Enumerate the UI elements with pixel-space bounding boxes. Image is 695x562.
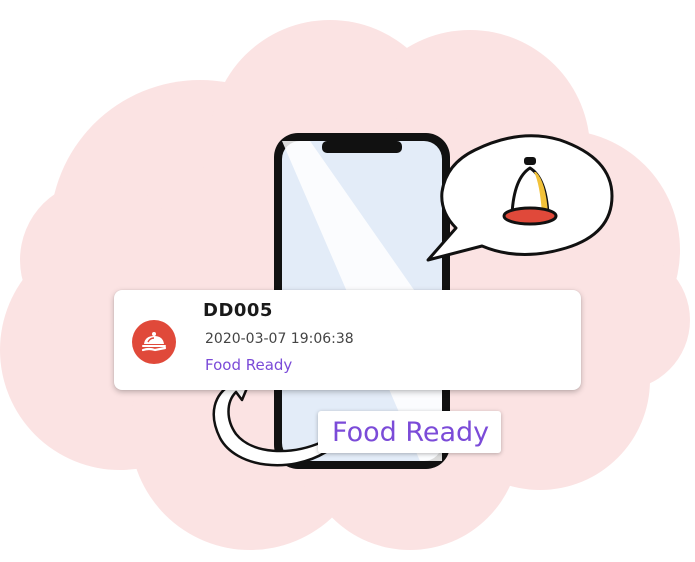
serving-cloche-icon xyxy=(132,320,176,364)
notification-status: Food Ready xyxy=(205,356,293,374)
notification-timestamp: 2020-03-07 19:06:38 xyxy=(205,331,354,347)
order-id: DD005 xyxy=(203,300,273,321)
curved-arrow xyxy=(212,374,328,467)
notification-card[interactable]: DD005 2020-03-07 19:06:38 Food Ready xyxy=(114,290,581,390)
illustration: DD005 2020-03-07 19:06:38 Food Ready Foo… xyxy=(0,0,695,562)
food-ready-callout: Food Ready xyxy=(318,411,502,453)
